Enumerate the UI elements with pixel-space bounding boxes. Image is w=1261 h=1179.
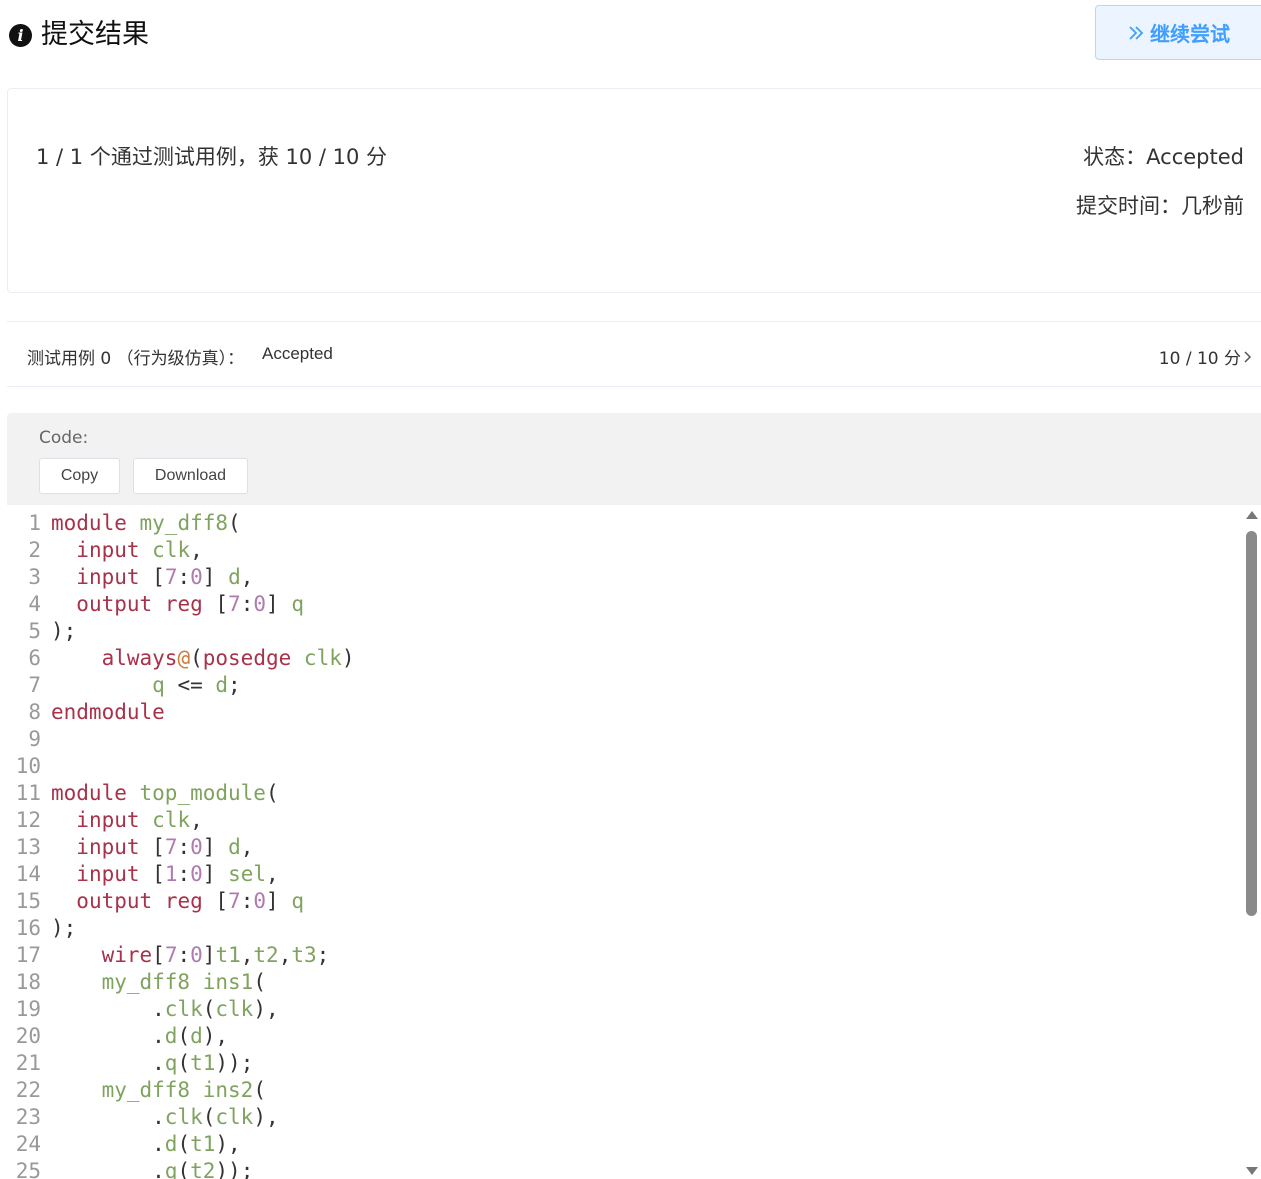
code-text: .q(t1)); bbox=[51, 1051, 254, 1075]
result-summary: 1 / 1 个通过测试用例，获 10 / 10 分 bbox=[36, 145, 388, 169]
code-text: .clk(clk), bbox=[51, 997, 279, 1021]
line-number: 16 bbox=[15, 916, 41, 940]
code-text: output reg [7:0] q bbox=[76, 889, 304, 913]
code-text: wire[7:0]t1,t2,t3; bbox=[101, 943, 330, 967]
line-number: 20 bbox=[15, 1024, 41, 1048]
line-number: 14 bbox=[15, 862, 41, 886]
line-number: 18 bbox=[15, 970, 41, 994]
line-number: 2 bbox=[28, 538, 41, 562]
copy-button[interactable]: Copy bbox=[39, 458, 120, 494]
test-case-name: 测试用例 0 （行为级仿真）： bbox=[27, 349, 245, 369]
line-number: 1 bbox=[28, 511, 41, 535]
summary-card: 1 / 1 个通过测试用例，获 10 / 10 分 状态：Accepted 提交… bbox=[7, 88, 1261, 293]
code-text: my_dff8 ins2( bbox=[101, 1078, 266, 1102]
code-text: q <= d; bbox=[152, 673, 241, 697]
test-case-row[interactable]: 测试用例 0 （行为级仿真）： Accepted 10 / 10 分 bbox=[7, 321, 1261, 387]
chevron-right-icon bbox=[1244, 350, 1252, 363]
code-panel: Code: Copy Download 1 module my_dff8( 2 in… bbox=[7, 413, 1261, 1179]
code-text: .d(d), bbox=[51, 1024, 229, 1048]
line-number: 12 bbox=[15, 808, 41, 832]
line-number: 21 bbox=[15, 1051, 41, 1075]
page-title: 提交结果 bbox=[41, 19, 149, 50]
code-text: input [7:0] d, bbox=[76, 835, 254, 859]
code-text: always@(posedge clk) bbox=[101, 646, 355, 670]
code-text: input clk, bbox=[76, 808, 203, 832]
continue-button[interactable]: 继续尝试 bbox=[1095, 5, 1261, 60]
info-icon: i bbox=[9, 24, 32, 47]
line-number: 25 bbox=[15, 1159, 41, 1179]
editor-scrollbar[interactable] bbox=[1242, 505, 1261, 1179]
header: i 提交结果 继续尝试 bbox=[0, 0, 1261, 70]
line-number: 8 bbox=[28, 700, 41, 724]
double-chevron-right-icon bbox=[1128, 25, 1144, 41]
code-text: module top_module( bbox=[51, 781, 279, 805]
code-text: module my_dff8( bbox=[51, 511, 241, 535]
code-text: input [7:0] d, bbox=[76, 565, 254, 589]
line-number: 17 bbox=[15, 943, 41, 967]
code-text: .clk(clk), bbox=[51, 1105, 279, 1129]
line-number: 19 bbox=[15, 997, 41, 1021]
submit-time: 提交时间：几秒前 bbox=[1076, 194, 1244, 218]
line-number: 11 bbox=[15, 781, 41, 805]
code-text: output reg [7:0] q bbox=[76, 592, 304, 616]
code-text: input clk, bbox=[76, 538, 203, 562]
download-button[interactable]: Download bbox=[133, 458, 248, 494]
line-number: 10 bbox=[15, 754, 41, 778]
line-number: 9 bbox=[28, 727, 41, 751]
code-editor[interactable]: 1 module my_dff8( 2 input clk, 3 input [7:0… bbox=[7, 505, 1242, 1179]
test-case-score-text: 10 / 10 分 bbox=[1158, 349, 1241, 369]
line-number: 3 bbox=[28, 565, 41, 589]
line-number: 15 bbox=[15, 889, 41, 913]
line-number: 6 bbox=[28, 646, 41, 670]
code-text: ); bbox=[51, 916, 77, 940]
line-number: 13 bbox=[15, 835, 41, 859]
scrollbar-thumb[interactable] bbox=[1246, 531, 1257, 916]
scroll-up-arrow-icon[interactable] bbox=[1246, 511, 1258, 519]
code-text: endmodule bbox=[51, 700, 165, 724]
code-text: my_dff8 ins1( bbox=[101, 970, 266, 994]
line-number: 7 bbox=[28, 673, 41, 697]
test-case-score: 10 / 10 分 bbox=[1159, 344, 1253, 369]
line-number: 23 bbox=[15, 1105, 41, 1129]
code-label: Code: bbox=[39, 428, 89, 448]
line-number: 24 bbox=[15, 1132, 41, 1156]
line-number: 22 bbox=[15, 1078, 41, 1102]
code-text: .d(t1), bbox=[51, 1132, 241, 1156]
continue-label: 继续尝试 bbox=[1150, 22, 1230, 46]
test-case-status: Accepted bbox=[262, 344, 333, 363]
code-text: ); bbox=[51, 619, 77, 643]
code-text: input [1:0] sel, bbox=[76, 862, 279, 886]
line-number: 5 bbox=[28, 619, 41, 643]
status-text: 状态：Accepted bbox=[1083, 145, 1244, 169]
line-number: 4 bbox=[28, 592, 41, 616]
code-text: .q(t2)); bbox=[51, 1159, 254, 1179]
scroll-down-arrow-icon[interactable] bbox=[1246, 1167, 1258, 1175]
